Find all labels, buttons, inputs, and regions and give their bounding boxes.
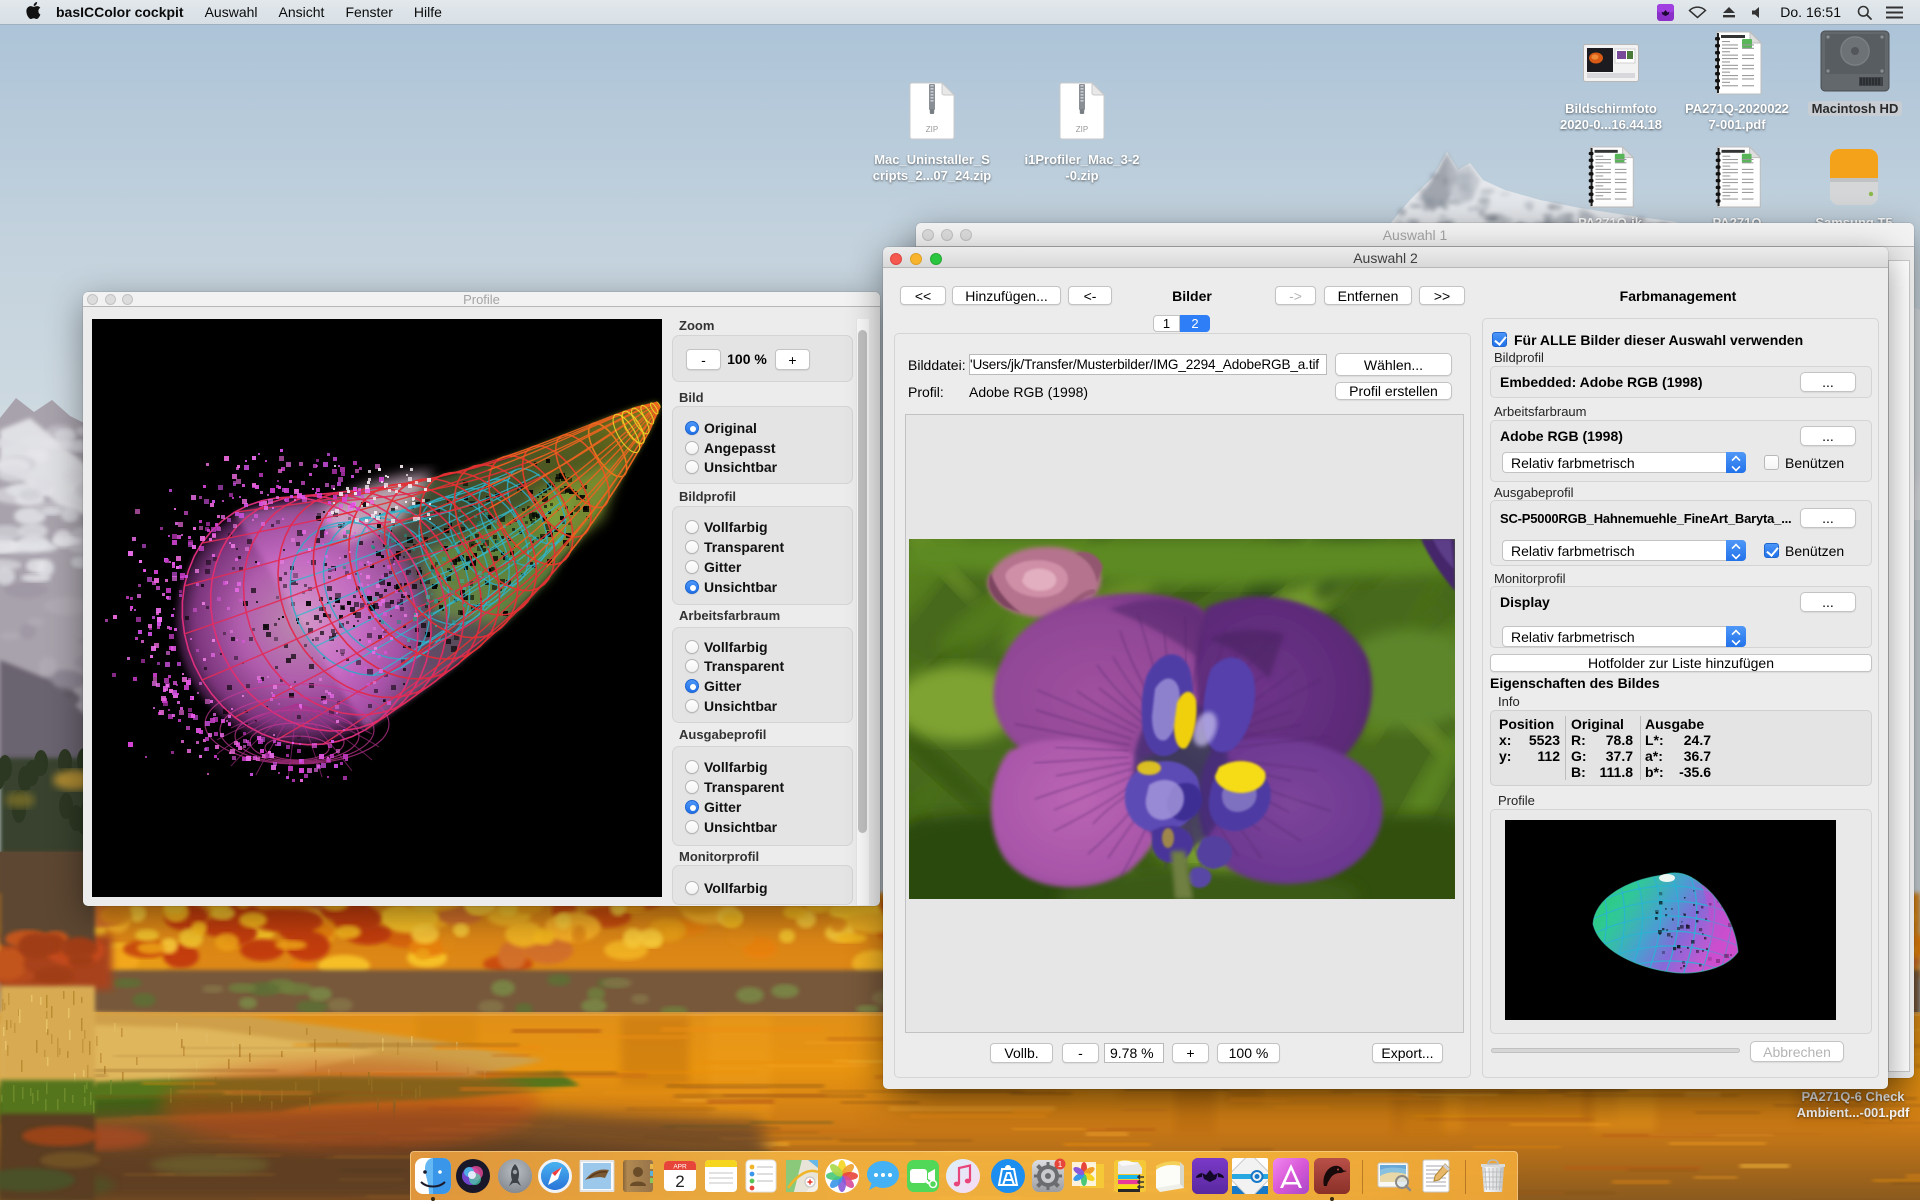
svg-text:ZIP: ZIP — [926, 125, 938, 134]
svg-text:1: 1 — [1058, 1160, 1063, 1169]
svg-text:ZIP: ZIP — [1076, 125, 1088, 134]
svg-text:2: 2 — [675, 1172, 684, 1191]
svg-text:APR: APR — [673, 1164, 687, 1171]
